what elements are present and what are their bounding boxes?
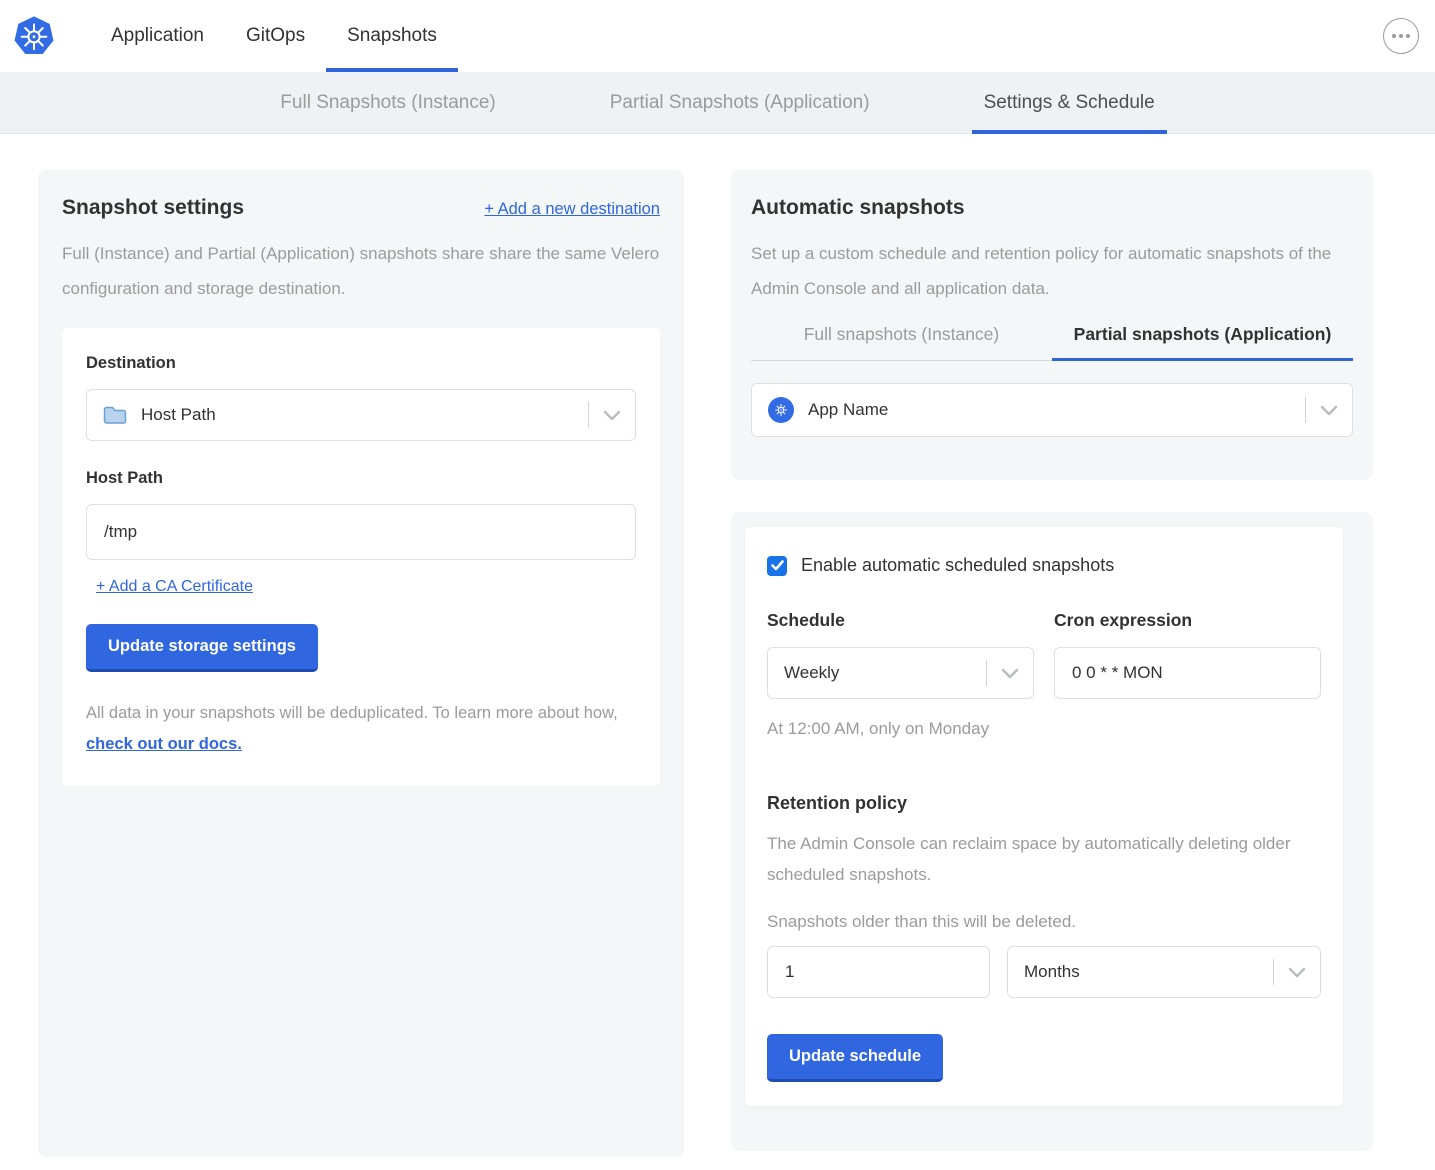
destination-label: Destination [86,354,636,373]
add-ca-certificate-link[interactable]: + Add a CA Certificate [96,578,253,596]
destination-select[interactable]: Host Path [86,389,636,441]
kubernetes-logo-icon [14,16,54,56]
schedule-card-outer: Enable automatic scheduled snapshots Sch… [731,512,1373,1151]
subnav-tab-settings-schedule[interactable]: Settings & Schedule [972,72,1167,133]
top-nav-right [1383,0,1435,72]
nav-item-application[interactable]: Application [90,0,225,72]
snapshot-type-tabs: Full snapshots (Instance) Partial snapsh… [751,324,1353,361]
subnav-tab-partial-snapshots[interactable]: Partial Snapshots (Application) [598,72,882,133]
snapshot-settings-title: Snapshot settings [62,196,244,220]
add-new-destination-link[interactable]: + Add a new destination [484,200,660,219]
schedule-grid: Schedule Weekly [767,610,1321,699]
schedule-card: Enable automatic scheduled snapshots Sch… [745,527,1343,1106]
host-path-label: Host Path [86,469,636,488]
nav-item-snapshots[interactable]: Snapshots [326,0,458,72]
folder-icon [103,405,127,425]
storage-settings-panel: Destination Host Path [62,328,660,786]
automatic-snapshots-description: Set up a custom schedule and retention p… [751,236,1353,306]
top-navigation: Application GitOps Snapshots [0,0,1435,72]
app-select[interactable]: App Name [751,383,1353,437]
dedupe-text: All data in your snapshots will be dedup… [86,704,618,722]
snapshot-settings-column: Snapshot settings + Add a new destinatio… [38,170,684,1157]
app-select-value: App Name [808,400,888,420]
app-logo [14,0,54,72]
retention-policy-title: Retention policy [767,793,1321,814]
automatic-snapshots-title: Automatic snapshots [751,196,1353,220]
dedupe-note: All data in your snapshots will be dedup… [86,698,636,760]
schedule-interval-value: Weekly [784,663,839,683]
app-kubernetes-icon [768,397,794,423]
main-content: Snapshot settings + Add a new destinatio… [0,134,1435,1170]
kots-admin-console: Application GitOps Snapshots Full Snapsh… [0,0,1435,1170]
schedule-label: Schedule [767,610,1034,631]
chevron-down-icon [603,410,621,421]
nav-item-gitops[interactable]: GitOps [225,0,326,72]
top-nav-items: Application GitOps Snapshots [90,0,458,72]
automatic-snapshots-column: Automatic snapshots Set up a custom sche… [731,170,1373,1157]
update-storage-settings-button[interactable]: Update storage settings [86,624,318,672]
destination-value: Host Path [141,405,216,425]
enable-snapshots-checkbox[interactable] [767,556,787,576]
snapshot-settings-header: Snapshot settings + Add a new destinatio… [62,196,660,220]
chevron-down-icon [1320,405,1338,416]
ellipsis-icon [1392,34,1396,38]
schedule-field: Schedule Weekly [767,610,1034,699]
more-options-button[interactable] [1383,18,1419,54]
snapshot-settings-card: Snapshot settings + Add a new destinatio… [38,170,684,1157]
tab-full-snapshots-instance[interactable]: Full snapshots (Instance) [751,324,1052,361]
snapshot-settings-description: Full (Instance) and Partial (Application… [62,236,660,306]
schedule-interval-select[interactable]: Weekly [767,647,1034,699]
retention-hint: Snapshots older than this will be delete… [767,912,1321,932]
enable-snapshots-row: Enable automatic scheduled snapshots [767,555,1321,576]
automatic-snapshots-card: Automatic snapshots Set up a custom sche… [731,170,1373,480]
snapshots-subnav: Full Snapshots (Instance) Partial Snapsh… [0,72,1435,134]
retention-policy-description: The Admin Console can reclaim space by a… [767,828,1321,890]
cron-expression-label: Cron expression [1054,610,1321,631]
docs-link[interactable]: check out our docs. [86,735,242,753]
subnav-tab-full-snapshots[interactable]: Full Snapshots (Instance) [268,72,507,133]
enable-snapshots-label: Enable automatic scheduled snapshots [801,555,1114,576]
update-schedule-button[interactable]: Update schedule [767,1034,943,1082]
retention-unit-select[interactable]: Months [1007,946,1321,998]
chevron-down-icon [1288,967,1306,978]
tab-partial-snapshots-application[interactable]: Partial snapshots (Application) [1052,324,1353,361]
checkmark-icon [771,560,784,571]
cron-readable-hint: At 12:00 AM, only on Monday [767,719,1321,739]
retention-count-input[interactable] [767,946,990,998]
cron-field: Cron expression [1054,610,1321,699]
host-path-input[interactable] [86,504,636,560]
retention-row: Months [767,946,1321,998]
retention-unit-value: Months [1024,962,1080,982]
cron-expression-input[interactable] [1054,647,1321,699]
chevron-down-icon [1001,668,1019,679]
